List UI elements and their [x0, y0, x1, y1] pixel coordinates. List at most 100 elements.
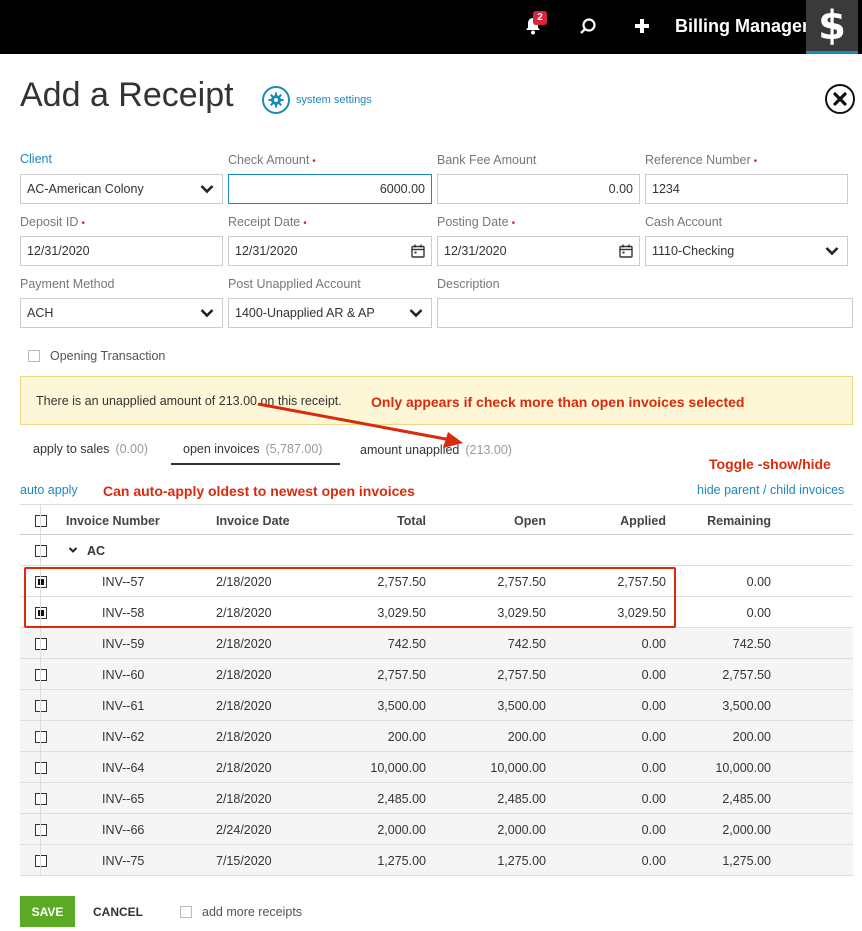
cell-invoice-number: INV--60: [102, 668, 145, 682]
table-row[interactable]: INV--58 2/18/2020 3,029.50 3,029.50 3,029.50…: [20, 597, 853, 628]
tab-count: (0.00): [115, 442, 149, 456]
cell-applied: 0.00: [641, 823, 666, 837]
client-value: AC-American Colony: [27, 182, 144, 196]
calendar-icon: [411, 244, 425, 258]
column-header-total[interactable]: Total: [326, 514, 426, 528]
description-label: Description: [437, 277, 500, 291]
group-checkbox[interactable]: [35, 545, 47, 560]
system-settings-label: system settings: [296, 94, 372, 106]
tab-apply-to-sales[interactable]: apply to sales (0.00): [33, 442, 148, 456]
cell-total: 200.00: [387, 730, 426, 744]
opening-transaction-toggle[interactable]: Opening Transaction: [28, 349, 165, 363]
active-tab-indicator: [171, 463, 340, 465]
row-checkbox[interactable]: [35, 638, 47, 653]
row-checkbox[interactable]: [35, 793, 47, 808]
column-header-open[interactable]: Open: [446, 514, 546, 528]
chevron-down-icon[interactable]: [68, 543, 78, 557]
row-checkbox[interactable]: [35, 731, 47, 746]
tab-open-invoices[interactable]: open invoices (5,787.00): [183, 442, 322, 456]
row-checkbox[interactable]: [35, 824, 47, 839]
table-row[interactable]: INV--57 2/18/2020 2,757.50 2,757.50 2,757.50…: [20, 566, 853, 597]
table-row[interactable]: INV--66 2/24/2020 2,000.00 2,000.00 0.00 2,00…: [20, 814, 853, 845]
cell-invoice-number: INV--75: [102, 854, 145, 868]
cell-invoice-date: 2/18/2020: [216, 730, 272, 744]
close-button[interactable]: [825, 84, 855, 114]
gear-icon: [262, 86, 290, 114]
cell-total: 2,757.50: [377, 575, 426, 589]
table-header-row: Invoice Number Invoice Date Total Open A…: [20, 504, 853, 535]
bank-fee-input[interactable]: 0.00: [437, 174, 640, 204]
tab-label: amount unapplied: [360, 443, 460, 457]
description-input[interactable]: [437, 298, 853, 328]
close-icon: [833, 92, 847, 106]
column-header-invoice-number[interactable]: Invoice Number: [66, 514, 160, 528]
cell-total: 3,029.50: [377, 606, 426, 620]
search-icon[interactable]: [575, 13, 601, 39]
posting-date-input[interactable]: 12/31/2020: [437, 236, 640, 266]
save-button[interactable]: SAVE: [20, 896, 75, 927]
chevron-down-icon: [825, 247, 839, 256]
column-header-invoice-date[interactable]: Invoice Date: [216, 514, 290, 528]
tab-label: apply to sales: [33, 442, 110, 456]
plus-icon[interactable]: [629, 13, 655, 39]
chevron-down-icon: [200, 185, 214, 194]
table-row[interactable]: INV--64 2/18/2020 10,000.00 10,000.00 0.00 10…: [20, 752, 853, 783]
tab-label: open invoices: [183, 442, 260, 456]
row-checkbox[interactable]: [35, 576, 47, 591]
cell-total: 2,000.00: [377, 823, 426, 837]
row-checkbox[interactable]: [35, 855, 47, 870]
client-label: Client: [20, 152, 52, 166]
post-unapplied-select[interactable]: 1400-Unapplied AR & AP: [228, 298, 432, 328]
cell-remaining: 0.00: [746, 575, 771, 589]
row-checkbox[interactable]: [35, 762, 47, 777]
table-row[interactable]: INV--62 2/18/2020 200.00 200.00 0.00 200.00: [20, 721, 853, 752]
dollar-logo-icon[interactable]: $: [806, 0, 858, 54]
hide-parent-child-link[interactable]: hide parent / child invoices: [697, 483, 844, 497]
cell-invoice-date: 2/18/2020: [216, 637, 272, 651]
receipt-date-input[interactable]: 12/31/2020: [228, 236, 432, 266]
client-select[interactable]: AC-American Colony: [20, 174, 223, 204]
add-more-receipts-checkbox[interactable]: [180, 906, 192, 918]
column-header-remaining[interactable]: Remaining: [671, 514, 771, 528]
row-checkbox[interactable]: [35, 669, 47, 684]
table-row[interactable]: INV--59 2/18/2020 742.50 742.50 0.00 742.50: [20, 628, 853, 659]
tab-amount-unapplied[interactable]: amount unapplied (213.00): [360, 443, 512, 457]
opening-transaction-checkbox[interactable]: [28, 350, 40, 362]
reference-number-label: Reference Number •: [645, 153, 758, 167]
column-header-applied[interactable]: Applied: [566, 514, 666, 528]
app-name[interactable]: Billing Manager: [675, 16, 809, 37]
cell-remaining: 0.00: [746, 606, 771, 620]
cell-applied: 0.00: [641, 668, 666, 682]
check-amount-input[interactable]: 6000.00: [228, 174, 432, 204]
cell-invoice-date: 2/18/2020: [216, 606, 272, 620]
payment-method-select[interactable]: ACH: [20, 298, 223, 328]
row-checkbox[interactable]: [35, 700, 47, 715]
cell-invoice-date: 2/18/2020: [216, 668, 272, 682]
table-row[interactable]: INV--75 7/15/2020 1,275.00 1,275.00 0.00 1,27…: [20, 845, 853, 876]
group-row: AC: [20, 535, 853, 566]
cell-remaining: 2,757.50: [722, 668, 771, 682]
table-row[interactable]: INV--61 2/18/2020 3,500.00 3,500.00 0.00 3,50…: [20, 690, 853, 721]
reference-number-input[interactable]: 1234: [645, 174, 848, 204]
select-all-checkbox[interactable]: [35, 515, 47, 530]
cell-applied: 0.00: [641, 637, 666, 651]
bank-fee-value: 0.00: [608, 182, 633, 196]
auto-apply-link[interactable]: auto apply: [20, 483, 78, 497]
add-more-receipts-toggle[interactable]: add more receipts: [180, 905, 302, 919]
cell-open: 3,029.50: [497, 606, 546, 620]
column-divider: [40, 504, 41, 876]
cash-account-select[interactable]: 1110-Checking: [645, 236, 848, 266]
cell-applied: 2,757.50: [617, 575, 666, 589]
cell-applied: 3,029.50: [617, 606, 666, 620]
cell-invoice-date: 2/18/2020: [216, 792, 272, 806]
deposit-id-input[interactable]: 12/31/2020: [20, 236, 223, 266]
cancel-button[interactable]: CANCEL: [93, 905, 143, 919]
cell-total: 3,500.00: [377, 699, 426, 713]
cell-invoice-number: INV--65: [102, 792, 145, 806]
row-checkbox[interactable]: [35, 607, 47, 622]
table-row[interactable]: INV--65 2/18/2020 2,485.00 2,485.00 0.00 2,48…: [20, 783, 853, 814]
system-settings-link[interactable]: system settings: [262, 86, 372, 114]
cell-applied: 0.00: [641, 761, 666, 775]
cell-invoice-date: 2/18/2020: [216, 699, 272, 713]
table-row[interactable]: INV--60 2/18/2020 2,757.50 2,757.50 0.00 2,75…: [20, 659, 853, 690]
